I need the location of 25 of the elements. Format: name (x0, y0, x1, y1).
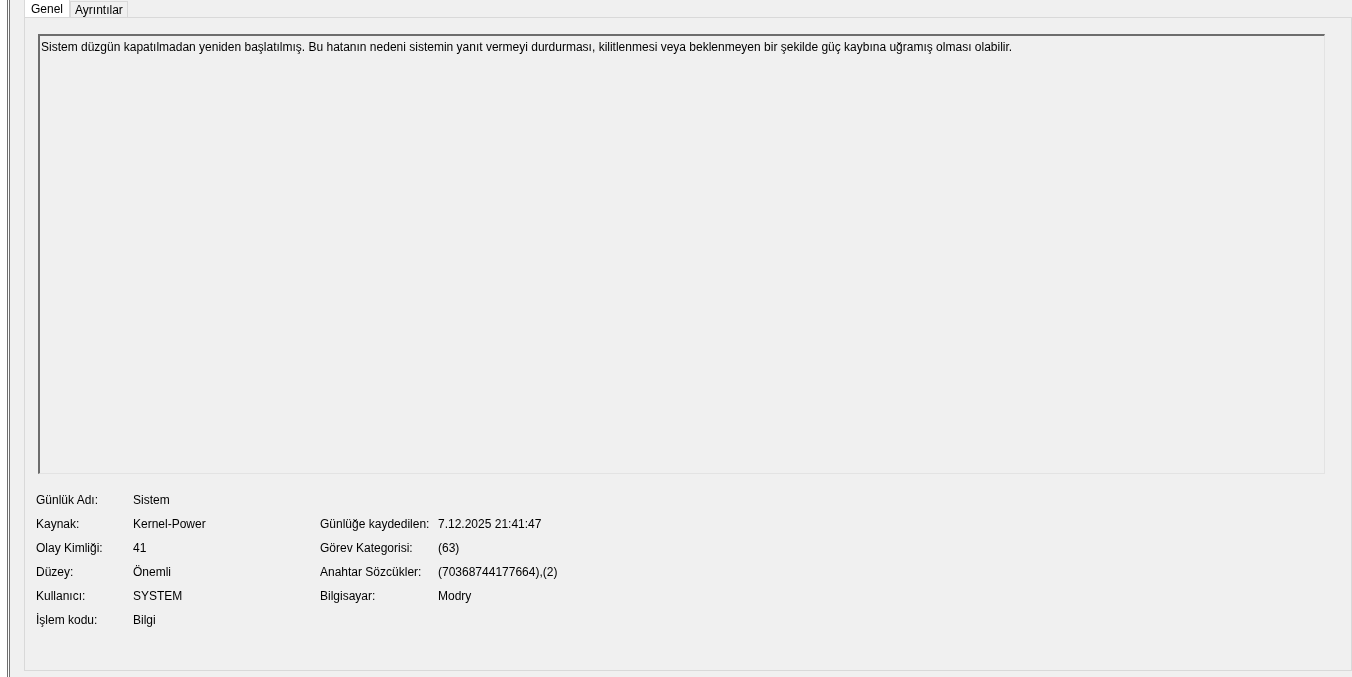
tab[interactable]: Ayrıntılar (70, 1, 128, 17)
field-value: Modry (438, 587, 472, 605)
field-value: (70368744177664),(2) (438, 563, 558, 581)
field-label: Günlüğe kaydedilen: (320, 515, 431, 533)
field-label: Düzey: (36, 563, 75, 581)
description-box[interactable]: Sistem düzgün kapatılmadan yeniden başlatılmış. Bu hatanın nedeni sistemin yanıt vermeyi durdurması, kilitlenmesi veya beklenmeyen bir şekilde güç kaybına uğramış olması olabilir. (38, 34, 1325, 474)
field-label: Kullanıcı: (36, 587, 87, 605)
field-value: 41 (133, 539, 147, 557)
field-label: Günlük Adı: (36, 491, 100, 509)
field-label: Anahtar Sözcükler: (320, 563, 423, 581)
field-value: (63) (438, 539, 460, 557)
field-label: Kaynak: (36, 515, 81, 533)
field-value: 7.12.2025 21:41:47 (438, 515, 542, 533)
field-value: Sistem (133, 491, 170, 509)
tab[interactable]: Genel (24, 0, 71, 17)
pane-splitter[interactable] (0, 0, 10, 677)
field-label: Olay Kimliği: (36, 539, 104, 557)
field-value: SYSTEM (133, 587, 183, 605)
field-value: Önemli (133, 563, 171, 581)
field-label: Görev Kategorisi: (320, 539, 414, 557)
description-text: Sistem düzgün kapatılmadan yeniden başlatılmış. Bu hatanın nedeni sistemin yanıt vermeyi durdurması, kilitlenmesi veya beklenmeyen bir şekilde güç kaybına uğramış olması olabilir. (41, 39, 1014, 56)
field-label: Bilgisayar: (320, 587, 377, 605)
field-label: İşlem kodu: (36, 611, 99, 629)
field-value: Bilgi (133, 611, 156, 629)
field-value: Kernel-Power (133, 515, 206, 533)
